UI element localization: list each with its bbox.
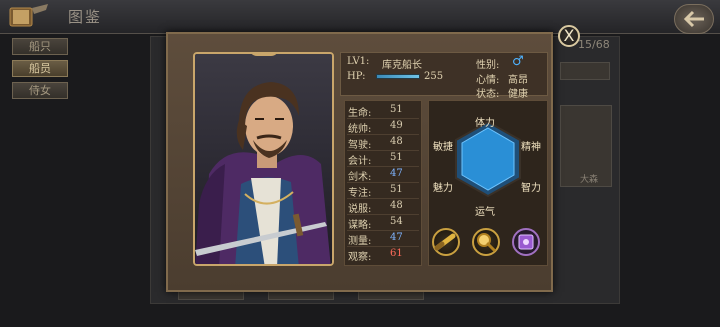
stat-row: 测量: 47	[348, 232, 420, 247]
stat-value: 54	[390, 216, 403, 227]
state-label: 状态:	[476, 89, 500, 100]
close-button[interactable]: X	[558, 25, 580, 47]
stat-row: 专注: 51	[348, 184, 420, 199]
male-icon: ♂	[512, 54, 524, 69]
stat-divider	[347, 214, 419, 215]
stat-row: 剑术: 47	[348, 168, 420, 183]
stat-value: 48	[390, 136, 403, 147]
stat-row: 生命: 51	[348, 104, 420, 119]
mood-value: 高昂	[508, 75, 528, 86]
spellbook-icon[interactable]	[512, 228, 540, 256]
stat-divider	[347, 134, 419, 135]
back-button[interactable]	[674, 4, 714, 34]
stat-label: 说服:	[348, 204, 372, 215]
radar-label-stamina: 体力	[475, 118, 495, 129]
radar-label-charm: 魅力	[433, 183, 453, 194]
side-tab-ships[interactable]: 船只	[12, 38, 68, 55]
radar-label-intelligence: 智力	[521, 183, 541, 194]
stat-divider	[347, 246, 419, 247]
stat-label: 专注:	[348, 188, 372, 199]
gender-label: 性别:	[476, 60, 500, 71]
collection-counter: 15/68	[578, 38, 610, 51]
stat-value: 47	[390, 168, 403, 179]
stat-value: 51	[390, 184, 403, 195]
stat-value: 61	[390, 248, 403, 259]
radar-label-spirit: 精神	[521, 142, 541, 153]
spyglass-icon[interactable]	[432, 228, 460, 256]
hp-value: 255	[424, 71, 444, 82]
character-level: LV1:	[347, 56, 370, 67]
radar-label-agility: 敏捷	[433, 142, 453, 153]
stat-value: 51	[390, 104, 403, 115]
background-card-label: 大森	[580, 175, 599, 185]
top-bar: 图鉴	[0, 0, 720, 34]
stat-value: 49	[390, 120, 403, 131]
radar-label-luck: 运气	[475, 207, 495, 218]
background-card[interactable]	[560, 62, 610, 80]
stat-row: 说服: 48	[348, 200, 420, 215]
stat-value: 51	[390, 152, 403, 163]
character-portrait	[193, 52, 334, 266]
stat-divider	[347, 118, 419, 119]
hp-label: HP:	[347, 71, 366, 82]
stat-divider	[347, 198, 419, 199]
stat-row: 观察: 61	[348, 248, 420, 263]
mood-label: 心情:	[476, 75, 500, 86]
stat-label: 测量:	[348, 236, 372, 247]
stat-label: 剑术:	[348, 172, 372, 183]
stat-label: 驾驶:	[348, 140, 372, 151]
captain-portrait-image	[195, 54, 332, 264]
stat-label: 统帅:	[348, 124, 372, 135]
side-tab-crew[interactable]: 船员	[12, 60, 68, 77]
page-title: 图鉴	[68, 8, 103, 26]
stat-divider	[347, 182, 419, 183]
state-value: 健康	[508, 89, 528, 100]
stat-label: 会计:	[348, 156, 372, 167]
stat-divider	[347, 230, 419, 231]
stat-row: 会计: 51	[348, 152, 420, 167]
stat-row: 统帅: 49	[348, 120, 420, 135]
stat-divider	[347, 166, 419, 167]
stat-divider	[347, 150, 419, 151]
stat-value: 48	[390, 200, 403, 211]
hp-bar	[376, 74, 420, 79]
stat-label: 谋略:	[348, 220, 372, 231]
stat-row: 谋略: 54	[348, 216, 420, 231]
back-arrow-icon	[684, 10, 704, 28]
stat-row: 驾驶: 48	[348, 136, 420, 151]
book-icon[interactable]	[6, 2, 52, 32]
stat-label: 生命:	[348, 108, 372, 119]
character-name: 库克船长	[382, 60, 422, 71]
stat-value: 47	[390, 232, 403, 243]
side-tab-maids[interactable]: 侍女	[12, 82, 68, 99]
stat-label: 观察:	[348, 252, 372, 263]
magnifier-icon[interactable]	[472, 228, 500, 256]
